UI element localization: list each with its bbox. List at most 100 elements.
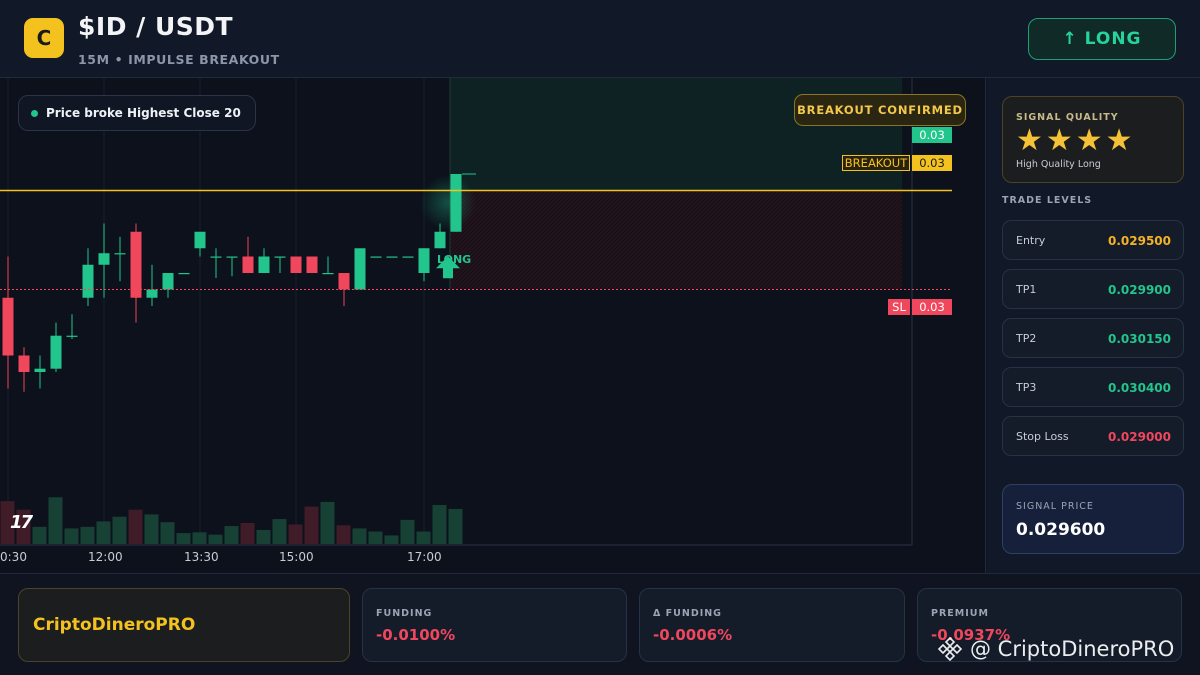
trade-level-stop-loss[interactable]: Stop Loss 0.029000 [1002,416,1184,456]
volume-bar [448,508,463,544]
volume-bar [240,522,255,544]
breakout-price-tag: 0.03 [912,155,952,171]
header: C $ID / USDT 15M • IMPULSE BREAKOUT ↑ LO… [0,0,1200,78]
time-label: 12:00 [88,550,123,564]
trade-level-tp1[interactable]: TP1 0.029900 [1002,269,1184,309]
pair-subtitle: 15M • IMPULSE BREAKOUT [78,52,280,67]
candle-body [306,256,318,273]
candle-body [2,297,14,356]
volume-bar [208,534,223,544]
volume-bar [352,528,367,544]
volume-bar [416,531,431,544]
candle-body [370,256,382,258]
candle-body [50,335,62,369]
funding-card: FUNDING -0.0100% [362,588,627,662]
volume-bar [96,521,111,544]
pair-title: $ID / USDT [78,12,234,41]
candle-body [450,174,462,232]
volume-bar [176,533,191,544]
chart-area[interactable]: Price broke Highest Close 20 BREAKOUT CO… [0,78,986,573]
stat-title: PREMIUM [931,608,989,619]
level-value: 0.030400 [1107,381,1171,395]
volume-bar [32,526,47,544]
signal-price-title: SIGNAL PRICE [1016,501,1094,512]
candle-body [66,335,78,337]
candle-body [290,256,302,273]
stat-value: -0.0006% [653,626,733,644]
candle-body [434,231,446,249]
time-label: 0:30 [0,550,27,564]
volume-bar [160,522,175,544]
current-price-tag: 0.03 [912,127,952,143]
trade-levels-title: TRADE LEVELS [1002,195,1093,206]
trade-level-tp3[interactable]: TP3 0.030400 [1002,367,1184,407]
level-name: Stop Loss [1016,430,1069,443]
trade-level-entry[interactable]: Entry 0.029500 [1002,220,1184,260]
time-label: 13:30 [184,550,219,564]
volume-bar [128,509,143,544]
volume-bar [64,528,79,544]
volume-bar [192,532,207,544]
sl-label: SL [888,299,910,315]
candle-body [178,273,190,275]
candle-body [402,256,414,258]
trade-level-tp2[interactable]: TP2 0.030150 [1002,318,1184,358]
candle-body [338,273,350,290]
level-name: Entry [1016,234,1046,247]
volume-bar [400,519,415,544]
volume-bar [304,506,319,544]
status-dot-icon [31,109,38,117]
watermark-text: @ CriptoDineroPRO [970,637,1175,661]
delta-funding-card: Δ FUNDING -0.0006% [639,588,905,662]
breakout-confirmed-badge: BREAKOUT CONFIRMED [794,94,966,126]
breakout-glow [420,174,476,231]
brand-card: CriptoDineroPRO [18,588,350,662]
level-value: 0.029500 [1107,234,1171,248]
volume-bar [144,514,159,544]
brand-name: CriptoDineroPRO [33,615,196,635]
volume-bar [80,526,95,544]
candle-body [162,273,174,290]
status-pill: Price broke Highest Close 20 [18,95,256,131]
signal-price-value: 0.029600 [1016,520,1106,540]
volume-bar [224,526,239,544]
candle-body [146,289,158,298]
volume-bar [288,524,303,544]
volume-bar [48,497,63,544]
level-value: 0.029000 [1107,430,1171,444]
candle-body [34,368,46,372]
stat-title: Δ FUNDING [653,608,722,619]
stat-title: FUNDING [376,608,433,619]
level-name: TP1 [1016,283,1037,296]
risk-zone [450,190,902,290]
candle-body [418,248,430,273]
candle-body [114,253,126,255]
candle-body [130,231,142,298]
signal-price-card: SIGNAL PRICE 0.029600 [1002,484,1184,554]
candle-body [18,355,30,372]
candle-body [210,256,222,258]
signal-quality-label: High Quality Long [1016,159,1101,170]
long-signal-button[interactable]: ↑ LONG [1028,18,1176,60]
watermark: @ CriptoDineroPRO [936,634,1174,664]
candle-body [354,248,366,290]
volume-bar [256,529,271,544]
brand-logo-icon: C [24,18,64,58]
candle-body [242,256,254,273]
volume-bar [272,519,287,544]
volume-bar [112,516,127,544]
long-marker-label: LONG [437,253,472,266]
binance-logo-icon [937,636,963,662]
time-label: 15:00 [279,550,314,564]
candle-body [258,256,270,273]
candle-body [194,231,206,249]
candlestick-chart[interactable] [0,78,986,573]
candle-body [322,273,334,275]
level-name: TP2 [1016,332,1037,345]
sl-price-tag: 0.03 [912,299,952,315]
volume-bar [320,501,335,544]
star-rating-icon: ★★★★ [1016,123,1136,158]
candle-body [274,256,286,258]
breakout-label: BREAKOUT [842,155,910,171]
level-value: 0.030150 [1107,332,1171,346]
